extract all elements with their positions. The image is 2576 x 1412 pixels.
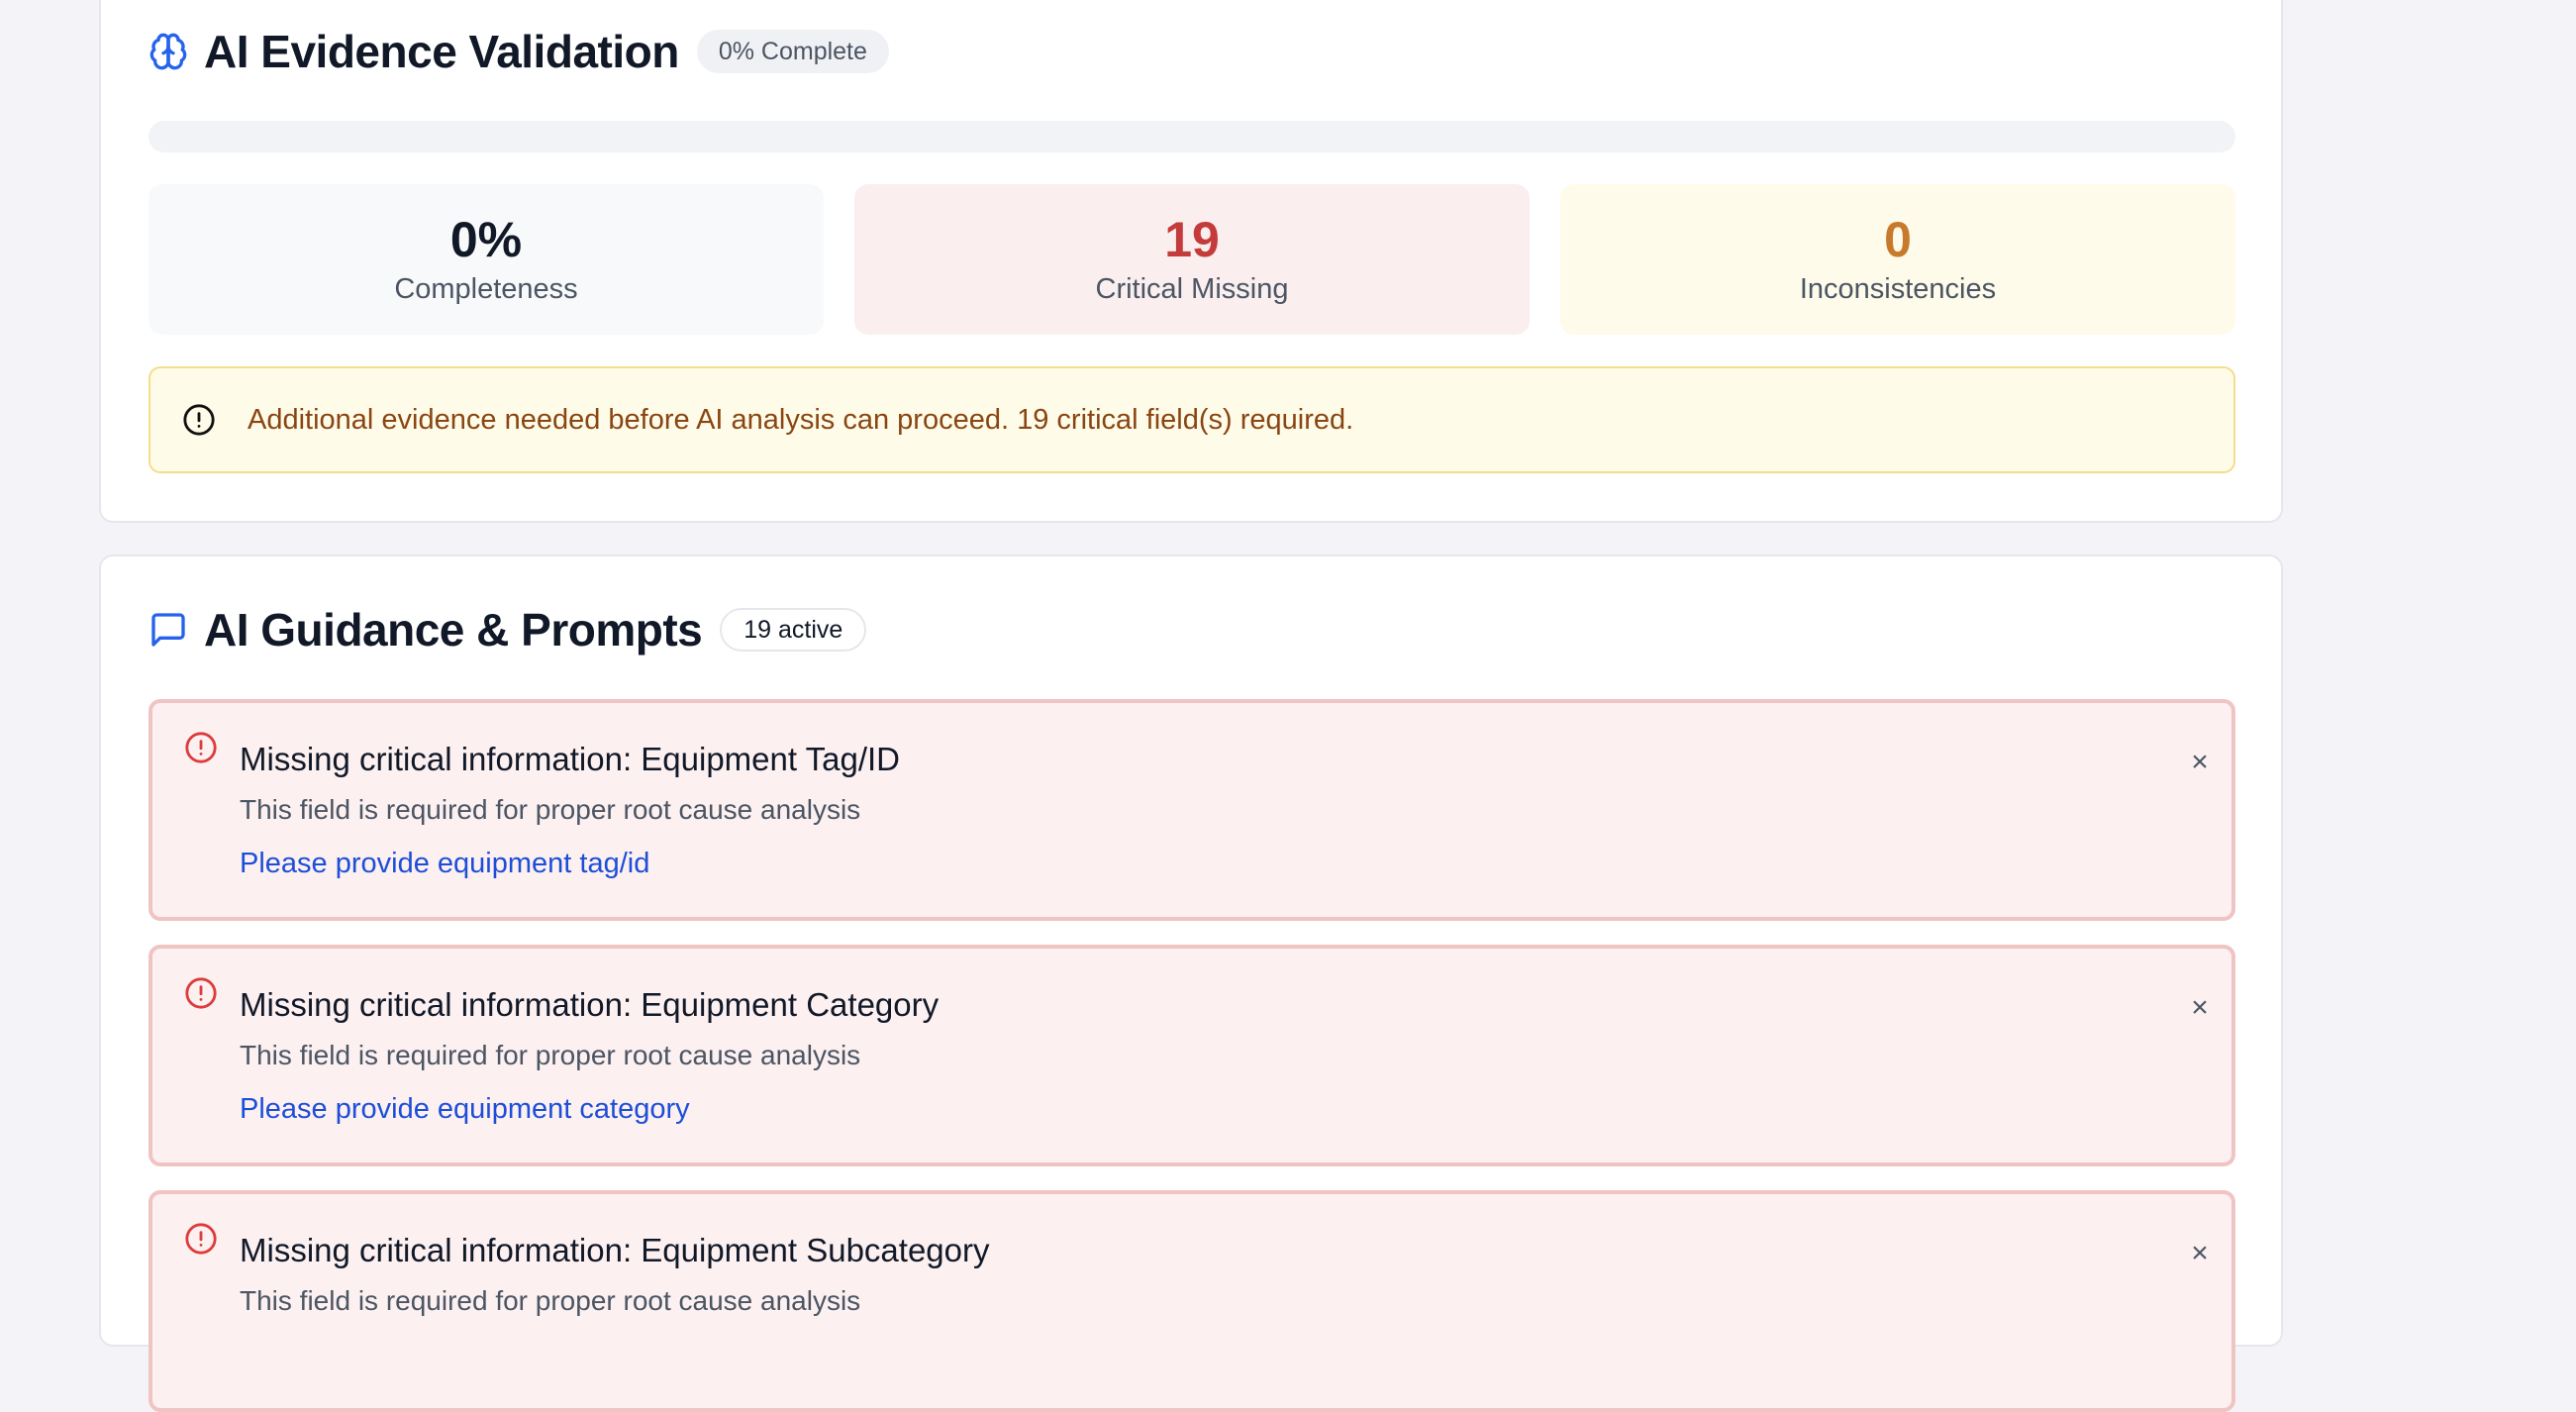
prompt-title: Missing critical information: Equipment … (240, 741, 900, 777)
completeness-value: 0% (449, 212, 523, 267)
alert-circle-icon (184, 731, 218, 764)
active-count-badge: 19 active (720, 608, 867, 652)
close-icon[interactable]: × (2178, 741, 2222, 784)
evidence-needed-notice: Additional evidence needed before AI ana… (149, 366, 2235, 473)
brain-icon (149, 32, 188, 71)
completeness-stat: 0% Completeness (149, 184, 824, 335)
completeness-progress-bar (149, 121, 2235, 152)
prompt-description: This field is required for proper root c… (240, 794, 861, 825)
close-icon[interactable]: × (2178, 1232, 2222, 1275)
prompt-title: Missing critical information: Equipment … (240, 986, 940, 1023)
guidance-header: AI Guidance & Prompts 19 active (149, 600, 867, 659)
critical-missing-label: Critical Missing (1095, 273, 1289, 305)
prompt-description: This field is required for proper root c… (240, 1285, 861, 1316)
prompt-action-link[interactable]: Please provide equipment tag/id (240, 848, 649, 880)
guidance-prompts-card: AI Guidance & Prompts 19 active Missing … (99, 555, 2283, 1412)
completeness-label: Completeness (394, 273, 578, 305)
close-icon[interactable]: × (2178, 986, 2222, 1030)
prompt-card: Missing critical information: Equipment … (149, 1190, 2235, 1412)
prompt-action-link[interactable]: Please provide equipment category (240, 1093, 690, 1126)
message-square-icon (149, 610, 188, 650)
alert-circle-icon (184, 1222, 218, 1256)
inconsistencies-stat: 0 Inconsistencies (1560, 184, 2235, 335)
evidence-validation-card: AI Evidence Validation 0% Complete 0% Co… (99, 0, 2283, 523)
prompt-card: Missing critical information: Equipment … (149, 699, 2235, 921)
inconsistencies-value: 0 (1884, 212, 1912, 267)
guidance-title: AI Guidance & Prompts (204, 604, 703, 656)
validation-header: AI Evidence Validation 0% Complete (149, 22, 889, 81)
alert-circle-icon (184, 976, 218, 1010)
prompt-description: This field is required for proper root c… (240, 1040, 861, 1070)
critical-missing-stat: 19 Critical Missing (854, 184, 1530, 335)
prompt-card: Missing critical information: Equipment … (149, 945, 2235, 1166)
alert-circle-icon (182, 403, 216, 437)
prompt-title: Missing critical information: Equipment … (240, 1232, 990, 1268)
notice-text: Additional evidence needed before AI ana… (248, 403, 1354, 436)
validation-title: AI Evidence Validation (204, 26, 679, 77)
inconsistencies-label: Inconsistencies (1799, 273, 1997, 305)
completion-badge: 0% Complete (696, 30, 889, 73)
critical-missing-value: 19 (1164, 212, 1220, 267)
